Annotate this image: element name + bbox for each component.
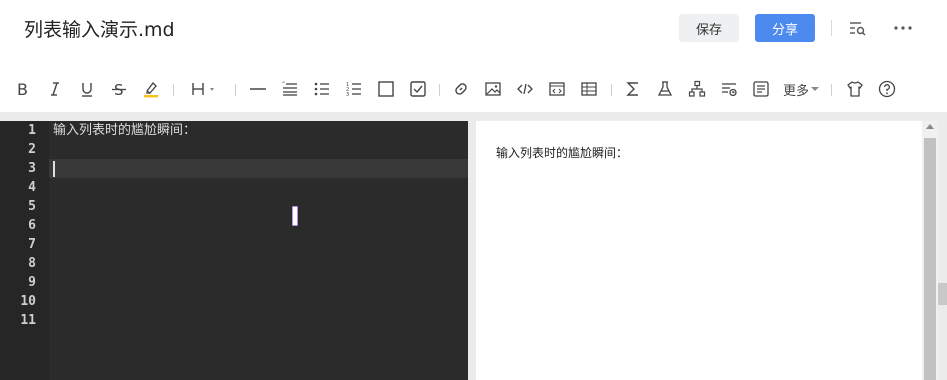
more-menu[interactable]: 更多 (783, 79, 820, 99)
image-icon[interactable] (483, 79, 503, 99)
toolbar-divider (235, 84, 236, 96)
strikethrough-icon[interactable]: S (109, 79, 129, 99)
mouse-text-cursor (292, 206, 298, 226)
heading-icon[interactable] (190, 79, 224, 99)
toolbar-divider (173, 84, 174, 96)
flask-icon[interactable] (655, 79, 675, 99)
line-number-gutter: 1 2 3 4 5 6 7 8 9 10 11 (0, 121, 49, 380)
table-icon[interactable] (579, 79, 599, 99)
line-number: 5 (28, 199, 36, 214)
preview-paragraph: 输入列表时的尴尬瞬间： (496, 146, 629, 160)
header-bar: 列表输入演示.md 保存 分享 (0, 0, 947, 56)
ordered-list-icon[interactable]: 123 (344, 79, 364, 99)
checked-box-icon[interactable] (408, 79, 428, 99)
share-button[interactable]: 分享 (755, 14, 815, 42)
caret-down-icon (811, 87, 820, 91)
line-number: 3 (28, 161, 36, 176)
code-icon[interactable] (515, 79, 535, 99)
line-number: 2 (28, 142, 36, 157)
line-number: 11 (20, 313, 36, 328)
blockquote-icon[interactable]: “ (280, 79, 300, 99)
highlight-icon[interactable] (141, 79, 161, 99)
text-cursor (53, 161, 55, 177)
file-title: 列表输入演示.md (24, 19, 175, 41)
line-number: 1 (28, 123, 36, 138)
flowchart-icon[interactable] (687, 79, 707, 99)
toc-icon[interactable] (719, 79, 739, 99)
save-button[interactable]: 保存 (679, 14, 739, 42)
more-menu-label: 更多 (783, 83, 810, 99)
italic-icon[interactable] (45, 79, 65, 99)
toolbar-separator-band (0, 112, 947, 121)
page-scrollbar-thumb[interactable] (938, 283, 947, 305)
toolbar-divider (611, 84, 612, 96)
underline-icon[interactable] (77, 79, 97, 99)
line-number: 6 (28, 218, 36, 233)
svg-text:B: B (17, 80, 28, 98)
bold-icon[interactable]: B (13, 79, 33, 99)
outline-search-icon[interactable] (848, 18, 868, 38)
line-number: 7 (28, 237, 36, 252)
hr-icon[interactable] (248, 79, 268, 99)
toolbar-divider (831, 84, 832, 96)
line-number: 4 (28, 180, 36, 195)
format-toolbar: B S “ 123 更多 (0, 70, 947, 110)
line-number: 9 (28, 275, 36, 290)
header-divider (831, 20, 832, 36)
formula-icon[interactable] (623, 79, 643, 99)
code-block-icon[interactable] (547, 79, 567, 99)
svg-text:3: 3 (346, 92, 349, 98)
line-number: 8 (28, 256, 36, 271)
svg-text:“: “ (282, 81, 285, 88)
help-icon[interactable] (877, 79, 897, 99)
scroll-up-arrow-icon[interactable] (926, 124, 934, 129)
template-icon[interactable] (751, 79, 771, 99)
more-icon[interactable] (893, 18, 913, 38)
checkbox-icon[interactable] (376, 79, 396, 99)
active-line-highlight (0, 159, 468, 178)
link-icon[interactable] (451, 79, 471, 99)
toolbar-divider (439, 84, 440, 96)
markdown-editor[interactable]: 1 2 3 4 5 6 7 8 9 10 11 输入列表时的尴尬瞬间： (0, 121, 468, 380)
code-line[interactable]: 输入列表时的尴尬瞬间： (53, 121, 196, 140)
preview-scrollbar-thumb[interactable] (924, 138, 936, 380)
line-number: 10 (20, 294, 36, 309)
theme-icon[interactable] (845, 79, 865, 99)
bullet-list-icon[interactable] (312, 79, 332, 99)
